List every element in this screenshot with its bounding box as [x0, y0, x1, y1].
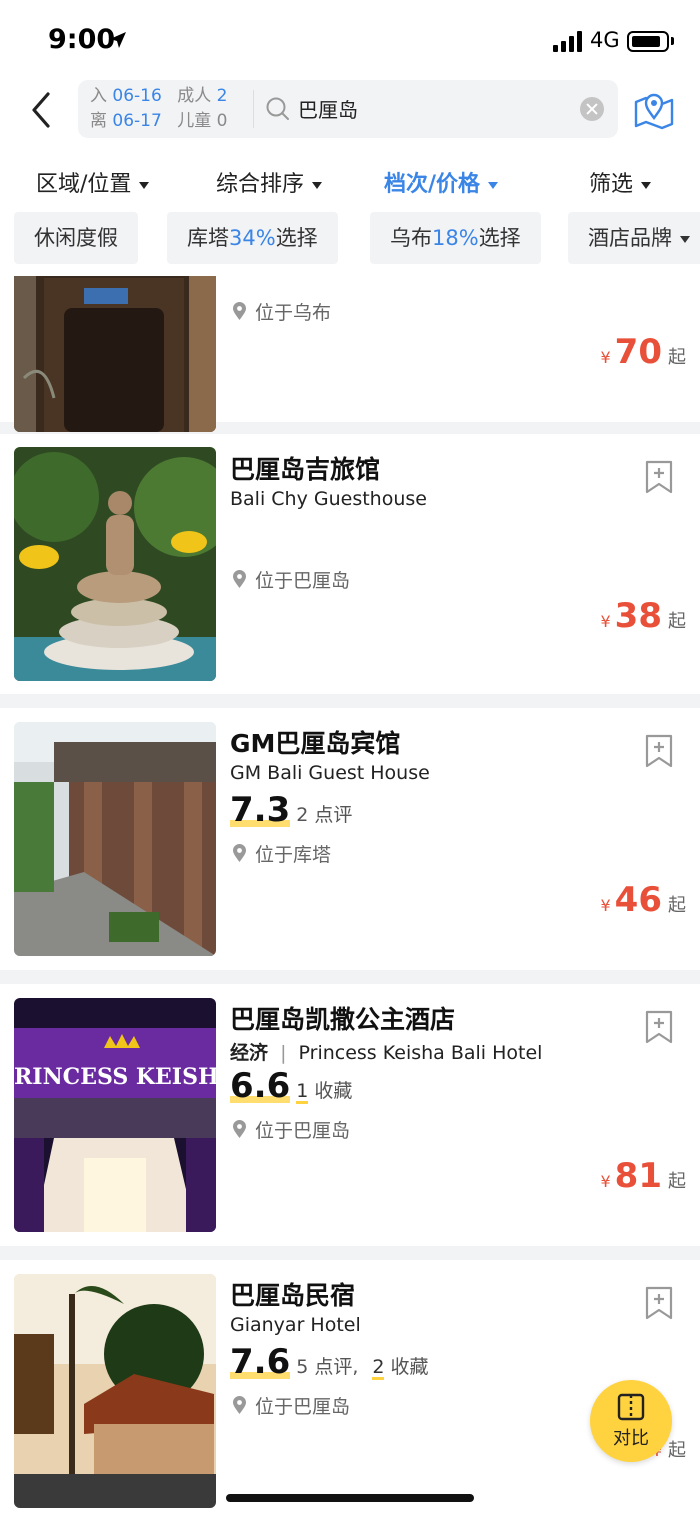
rating-score: 7.6 — [230, 1342, 291, 1382]
checkin-label: 入 — [90, 86, 107, 106]
hotel-location: 位于巴厘岛 — [232, 1392, 350, 1419]
bookmark-add-icon[interactable] — [644, 734, 674, 768]
hotel-name: 巴厘岛民宿 — [230, 1281, 356, 1310]
checkout-label: 离 — [90, 111, 107, 131]
rating-score: 6.6 — [230, 1066, 291, 1106]
location-pin-icon — [233, 302, 246, 320]
hotel-rating: 6.6 1 收藏 — [230, 1066, 352, 1106]
location-arrow-icon — [110, 32, 126, 48]
hotel-price: ¥70 起 — [600, 332, 686, 372]
checkout-date: 06-17 — [112, 111, 162, 131]
dropdown-triangle-icon — [312, 181, 323, 189]
bookmark-add-icon[interactable] — [644, 460, 674, 494]
rating-score: 7.3 — [230, 790, 291, 830]
review-label: 点评 — [314, 804, 353, 826]
hotel-card[interactable]: 巴厘岛民宿 Gianyar Hotel 7.65点评,2收藏 位于巴厘岛 ¥起 — [0, 1260, 700, 1515]
filter-more[interactable]: 筛选 — [589, 166, 652, 198]
chip-brand[interactable]: 酒店品牌 — [568, 212, 700, 264]
hotel-card[interactable]: 位于乌布 ¥70 起 — [0, 276, 700, 432]
favorite-label: 收藏 — [314, 1080, 353, 1102]
location-pin-icon — [233, 844, 246, 862]
hotel-english-name: Bali Chy Guesthouse — [230, 488, 427, 510]
status-bar: 9:00 4G — [0, 0, 700, 80]
search-icon — [266, 97, 289, 120]
adult-label: 成人 — [177, 86, 212, 106]
compare-icon — [617, 1393, 645, 1421]
hotel-price: ¥46 起 — [600, 880, 686, 920]
hotel-location: 位于库塔 — [232, 840, 331, 867]
hotel-price: ¥38 起 — [600, 596, 686, 636]
location-pin-icon — [233, 570, 246, 588]
chip-ubud[interactable]: 乌布18%选择 — [370, 212, 541, 264]
review-count: 5 — [296, 1356, 309, 1378]
svg-text:RINCESS KEISHA: RINCESS KEISHA — [14, 1064, 216, 1090]
status-time: 9:00 — [48, 24, 116, 55]
review-count: 2 — [296, 804, 309, 826]
hotel-card[interactable]: GM巴厘岛宾馆 GM Bali Guest House 7.3 2 点评 位于库塔 … — [0, 708, 700, 970]
hotel-english-name: Gianyar Hotel — [230, 1314, 361, 1336]
clear-search-button[interactable] — [580, 97, 604, 121]
child-label: 儿童 — [177, 111, 212, 131]
filter-area[interactable]: 区域/位置 — [36, 166, 150, 198]
home-indicator — [226, 1494, 474, 1502]
signal-icon — [553, 30, 585, 52]
chip-kuta[interactable]: 库塔34%选择 — [167, 212, 338, 264]
review-label: 点评, — [314, 1356, 359, 1378]
hotel-thumbnail — [14, 722, 216, 956]
battery-icon — [627, 31, 669, 52]
child-count: 0 — [216, 111, 228, 131]
hotel-english-name: 经济 | Princess Keisha Bali Hotel — [230, 1042, 543, 1064]
compare-label: 对比 — [613, 1428, 649, 1449]
favorite-count: 1 — [296, 1080, 309, 1104]
location-pin-icon — [233, 1396, 246, 1414]
hotel-thumbnail — [14, 276, 216, 432]
date-guest-selector[interactable]: 入 06-16 成人 2 离 06-17 儿童 0 — [90, 84, 227, 134]
compare-button[interactable]: 对比 — [590, 1380, 672, 1462]
hotel-name: 巴厘岛吉旅馆 — [230, 455, 381, 484]
bookmark-add-icon[interactable] — [644, 1286, 674, 1320]
search-box[interactable]: 入 06-16 成人 2 离 06-17 儿童 0 巴厘岛 — [78, 80, 618, 138]
hotel-thumbnail — [14, 447, 216, 681]
map-button[interactable] — [632, 88, 676, 132]
dropdown-triangle-icon — [488, 181, 499, 189]
hotel-thumbnail: RINCESS KEISHA — [14, 998, 216, 1232]
dropdown-triangle-icon — [641, 181, 652, 189]
filter-price[interactable]: 档次/价格 — [384, 166, 499, 198]
dropdown-triangle-icon — [680, 235, 690, 243]
back-button[interactable] — [22, 88, 62, 132]
quick-filter-chips: 休闲度假 库塔34%选择 乌布18%选择 酒店品牌 — [0, 212, 700, 264]
favorite-count: 2 — [372, 1356, 385, 1380]
hotel-rating: 7.6 5 点评, 2 收藏 — [230, 1342, 428, 1382]
chip-leisure[interactable]: 休闲度假 — [14, 212, 138, 264]
hotel-card[interactable]: RINCESS KEISHA 巴厘岛凯撒公主酒店 经济 | Princess K… — [0, 984, 700, 1246]
hotel-level: 经济 — [230, 1042, 269, 1064]
hotel-english-name: GM Bali Guest House — [230, 762, 430, 784]
divider — [253, 90, 254, 128]
hotel-location: 位于巴厘岛 — [232, 1116, 350, 1143]
filter-sort[interactable]: 综合排序 — [216, 166, 323, 198]
hotel-rating: 7.3 2 点评 — [230, 790, 352, 830]
dropdown-triangle-icon — [139, 181, 150, 189]
search-input[interactable]: 巴厘岛 — [298, 94, 358, 123]
adult-count: 2 — [216, 86, 228, 106]
hotel-location: 位于乌布 — [232, 298, 331, 325]
checkin-date: 06-16 — [112, 86, 162, 106]
hotel-price: ¥81 起 — [600, 1156, 686, 1196]
network-type: 4G — [590, 28, 620, 52]
search-header: 入 06-16 成人 2 离 06-17 儿童 0 巴厘岛 — [0, 80, 700, 140]
hotel-name: 巴厘岛凯撒公主酒店 — [230, 1005, 456, 1034]
hotel-list[interactable]: 位于乌布 ¥70 起 巴厘岛吉旅馆 Bali Chy Guesthouse 位于… — [0, 276, 700, 1515]
hotel-card[interactable]: 巴厘岛吉旅馆 Bali Chy Guesthouse 位于巴厘岛 ¥38 起 — [0, 434, 700, 694]
filter-bar: 区域/位置 综合排序 档次/价格 筛选 — [0, 160, 700, 202]
favorite-label: 收藏 — [390, 1356, 429, 1378]
hotel-location: 位于巴厘岛 — [232, 566, 350, 593]
location-pin-icon — [233, 1120, 246, 1138]
bookmark-add-icon[interactable] — [644, 1010, 674, 1044]
hotel-name: GM巴厘岛宾馆 — [230, 729, 401, 758]
hotel-thumbnail — [14, 1274, 216, 1508]
